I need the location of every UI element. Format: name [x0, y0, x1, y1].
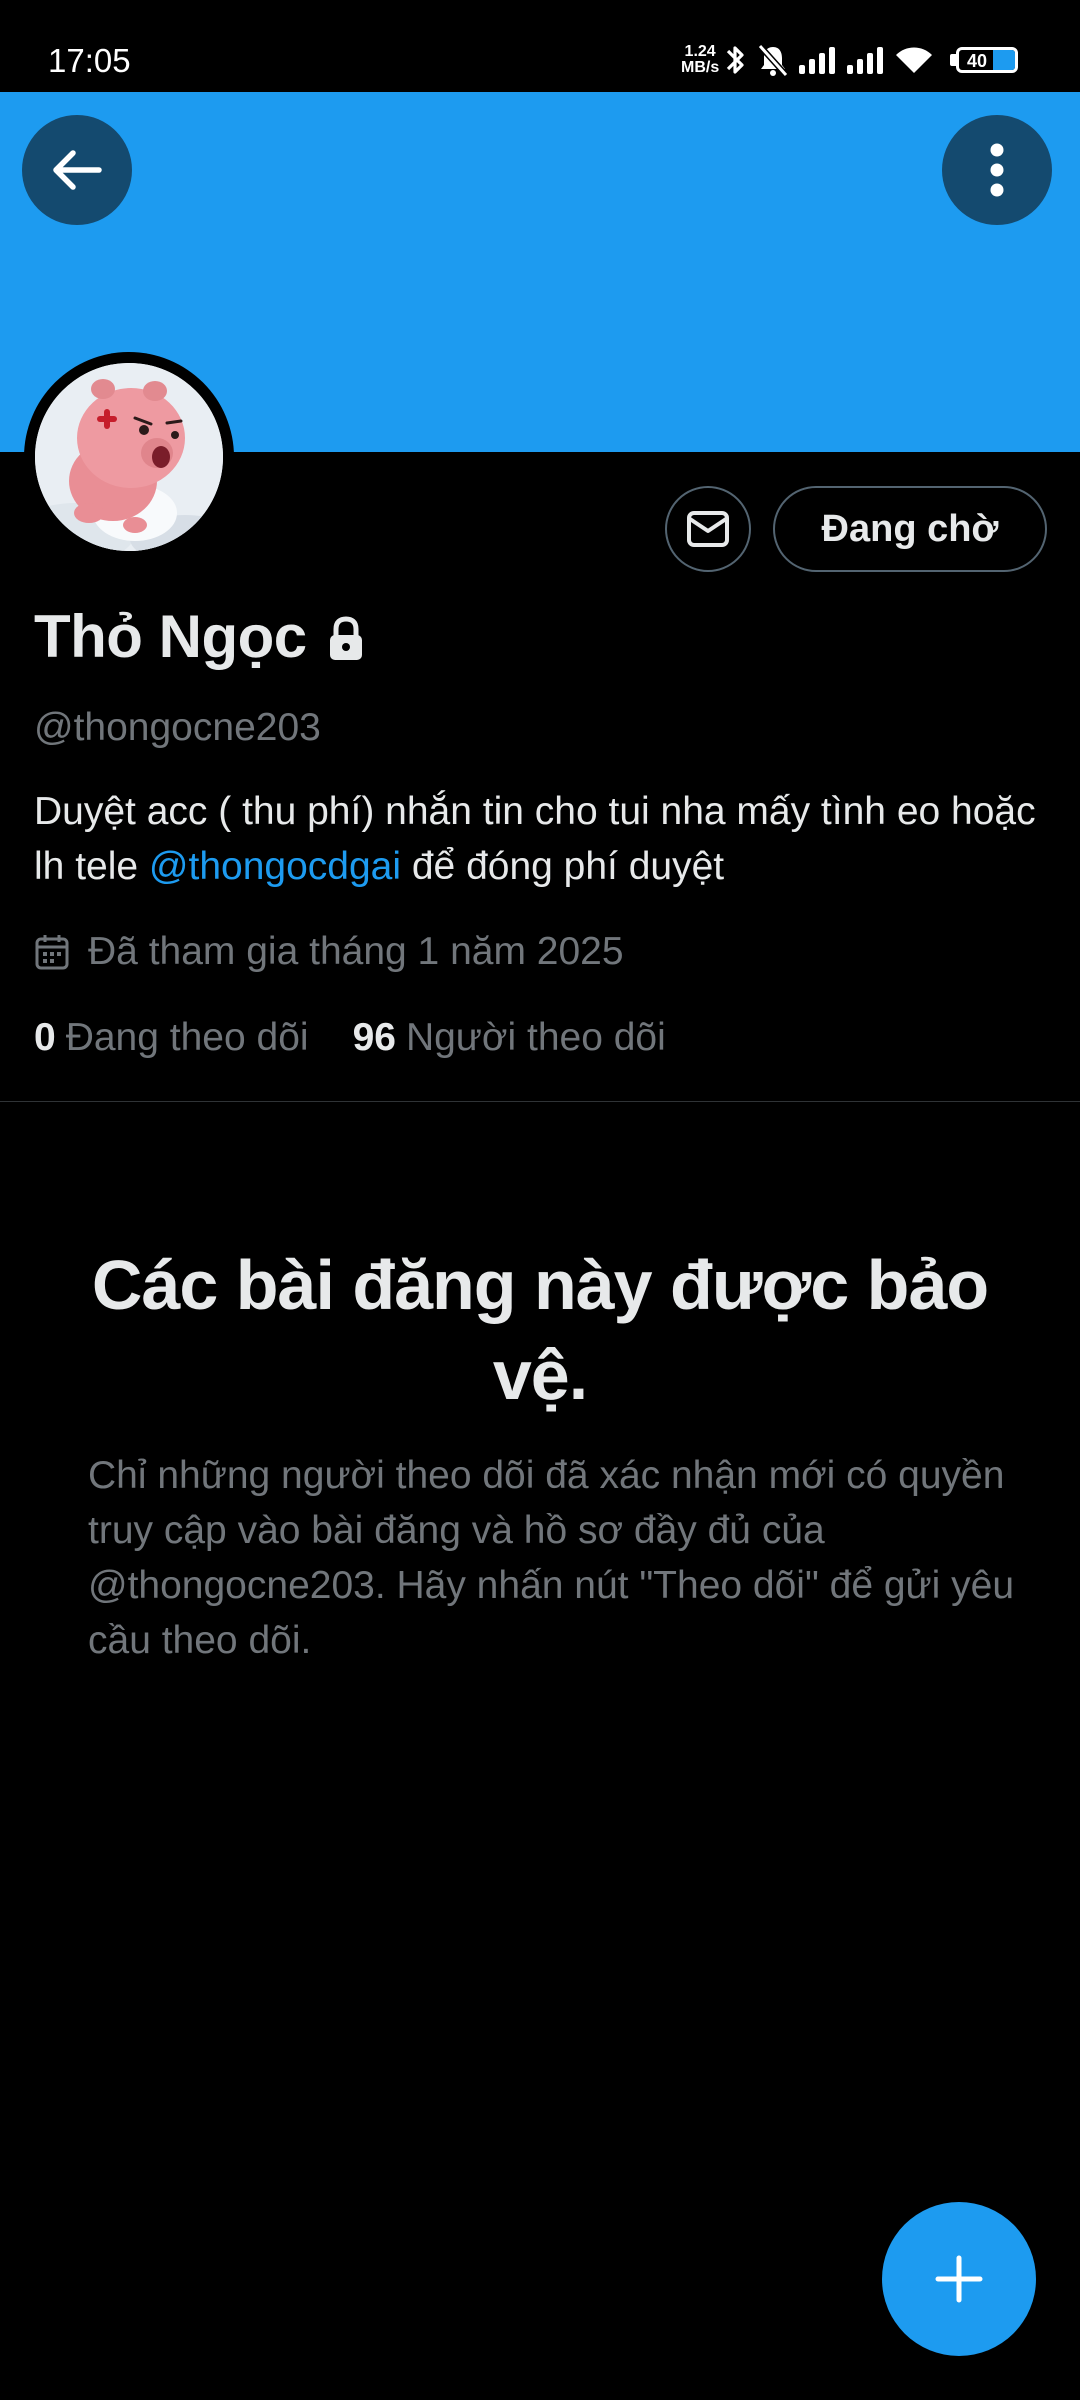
- bell-muted-icon: [757, 43, 789, 78]
- battery-text: 40: [967, 51, 988, 71]
- avatar-image: [35, 363, 223, 551]
- followers-link[interactable]: 96 Người theo dõi: [353, 1016, 666, 1060]
- lock-icon: [329, 615, 362, 660]
- profile-name: Thỏ Ngọc: [34, 603, 307, 670]
- followers-count: 96: [352, 1016, 396, 1059]
- envelope-icon: [687, 511, 729, 547]
- avatar[interactable]: [24, 352, 234, 562]
- bio-text-end: để đóng phí duyệt: [401, 845, 725, 888]
- status-bar: 17:05 1.24 MB/s 40: [0, 0, 1080, 92]
- divider: [0, 1101, 1080, 1102]
- profile-name-row: Thỏ Ngọc: [34, 602, 365, 671]
- protected-title: Các bài đăng này được bảo vệ.: [91, 1246, 989, 1414]
- following-link[interactable]: 0 Đang theo dõi: [34, 1016, 309, 1060]
- protected-description: Chỉ những người theo dõi đã xác nhận mới…: [88, 1454, 1015, 1662]
- signal-icon: [799, 47, 835, 74]
- bluetooth-icon: [726, 46, 744, 74]
- pending-follow-button[interactable]: Đang chờ: [773, 486, 1047, 572]
- plus-icon: [935, 2255, 983, 2303]
- joined-text: Đã tham gia tháng 1 năm 2025: [88, 930, 624, 973]
- network-speed: 1.24 MB/s: [681, 44, 719, 76]
- profile-bio: Duyệt acc ( thu phí) nhắn tin cho tui nh…: [34, 784, 1044, 894]
- battery-icon: 40: [956, 47, 1018, 73]
- network-speed-unit: MB/s: [681, 59, 720, 76]
- back-button[interactable]: [22, 115, 132, 225]
- status-time: 17:05: [48, 42, 131, 79]
- followers-label: Người theo dõi: [405, 1016, 666, 1059]
- wifi-icon: [896, 47, 932, 73]
- message-button[interactable]: [665, 486, 751, 572]
- calendar-icon: [35, 935, 69, 970]
- pink-character-avatar: [35, 363, 223, 551]
- bio-mention-link[interactable]: @thongocdgai: [149, 845, 401, 888]
- more-vertical-icon: [990, 143, 1004, 197]
- following-count: 0: [34, 1016, 56, 1059]
- network-speed-value: 1.24: [684, 43, 716, 60]
- status-icons: [722, 38, 934, 82]
- signal-icon: [847, 47, 883, 74]
- joined-date: Đã tham gia tháng 1 năm 2025: [34, 930, 624, 974]
- compose-button[interactable]: [882, 2202, 1036, 2356]
- follow-stats: 0 Đang theo dõi 96 Người theo dõi: [34, 1016, 666, 1060]
- profile-handle: @thongocne203: [34, 706, 321, 749]
- more-options-button[interactable]: [942, 115, 1052, 225]
- following-label: Đang theo dõi: [65, 1016, 309, 1059]
- arrow-left-icon: [53, 150, 102, 190]
- battery-level: [992, 50, 1015, 70]
